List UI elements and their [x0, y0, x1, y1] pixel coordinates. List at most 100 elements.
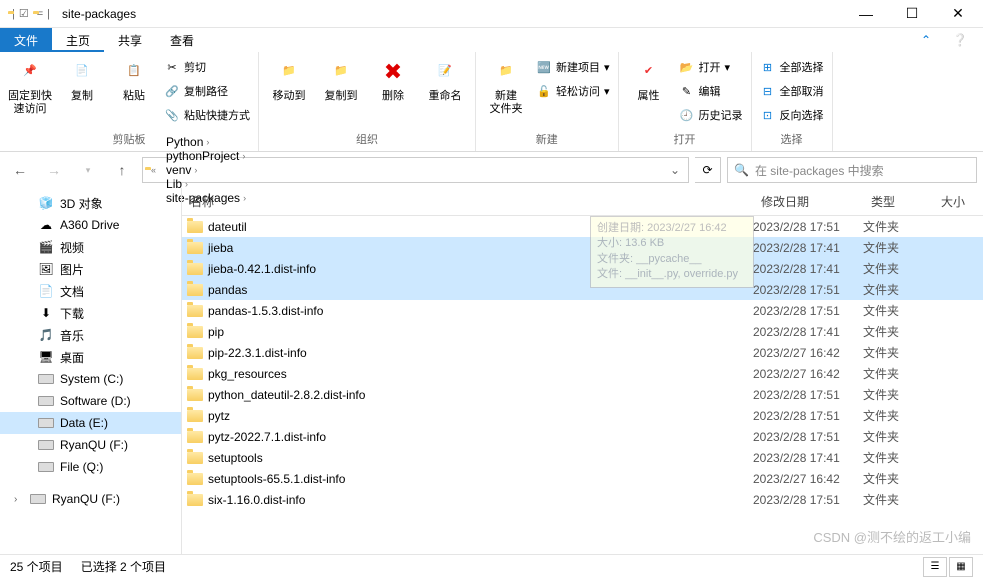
tab-file[interactable]: 文件 — [0, 28, 52, 52]
maximize-button[interactable]: ☐ — [889, 0, 935, 28]
col-type[interactable]: 类型 — [863, 193, 933, 210]
drive-icon — [38, 393, 54, 409]
sidebar-item-3d-[interactable]: 🧊3D 对象 — [0, 192, 181, 214]
newfolder-button[interactable]: 📁新建 文件夹 — [482, 56, 530, 116]
sidebar-item-file-q-[interactable]: File (Q:) — [0, 456, 181, 478]
music-icon: 🎵 — [38, 327, 54, 343]
tab-share[interactable]: 共享 — [104, 28, 156, 52]
file-row[interactable]: pandas2023/2/28 17:51文件夹 — [182, 279, 983, 300]
search-input[interactable]: 🔍 在 site-packages 中搜索 — [727, 157, 977, 183]
expand-icon[interactable]: › — [14, 494, 24, 505]
back-button[interactable]: ← — [6, 156, 34, 184]
paste-button[interactable]: 📋粘贴 — [110, 56, 158, 103]
sidebar-item-drive-f[interactable]: › RyanQU (F:) — [0, 488, 181, 510]
file-row[interactable]: dateutil2023/2/28 17:51文件夹 — [182, 216, 983, 237]
edit-button[interactable]: ✎编辑 — [677, 80, 745, 102]
moveto-button[interactable]: 📁移动到 — [265, 56, 313, 103]
qat-sep: | — [12, 8, 15, 20]
folder-icon — [186, 366, 204, 382]
file-row[interactable]: pip2023/2/28 17:41文件夹 — [182, 321, 983, 342]
col-name[interactable]: 名称 — [182, 193, 753, 210]
crumb-python[interactable]: Python › — [162, 135, 250, 149]
group-select: 选择 — [758, 129, 826, 149]
ribbon-tabs: 文件 主页 共享 查看 ⌃ ❔ — [0, 28, 983, 52]
pin-button[interactable]: 📌固定到快 速访问 — [6, 56, 54, 116]
checkbox-icon[interactable]: ☑ — [19, 7, 29, 20]
recent-button[interactable]: ▾ — [74, 156, 102, 184]
properties-button[interactable]: ✔属性 — [625, 56, 673, 103]
file-row[interactable]: pip-22.3.1.dist-info2023/2/27 16:42文件夹 — [182, 342, 983, 363]
file-row[interactable]: setuptools-65.5.1.dist-info2023/2/27 16:… — [182, 468, 983, 489]
sidebar-item-data-e-[interactable]: Data (E:) — [0, 412, 181, 434]
forward-button[interactable]: → — [40, 156, 68, 184]
col-date[interactable]: 修改日期 — [753, 193, 863, 210]
crumb-pythonproject[interactable]: pythonProject › — [162, 149, 250, 163]
sidebar-item-system-c-[interactable]: System (C:) — [0, 368, 181, 390]
file-row[interactable]: setuptools2023/2/28 17:41文件夹 — [182, 447, 983, 468]
group-new: 新建 — [482, 129, 612, 149]
sidebar-item--[interactable]: ⬇下载 — [0, 302, 181, 324]
addr-dropdown-icon[interactable]: ⌄ — [664, 163, 686, 177]
pasteshortcut-button[interactable]: 📎粘贴快捷方式 — [162, 104, 252, 126]
minimize-button[interactable]: ― — [843, 0, 889, 28]
address-bar[interactable]: « Python ›pythonProject ›venv ›Lib ›site… — [142, 157, 689, 183]
status-count: 25 个项目 — [10, 558, 63, 575]
selectall-button[interactable]: ⊞全部选择 — [758, 56, 826, 78]
navigation-pane[interactable]: 🧊3D 对象☁A360 Drive🎬视频🖼图片📄文档⬇下载🎵音乐🖥桌面Syste… — [0, 188, 182, 554]
cut-button[interactable]: ✂剪切 — [162, 56, 252, 78]
collapse-ribbon-icon[interactable]: ⌃ — [915, 28, 937, 52]
close-button[interactable]: ✕ — [935, 0, 981, 28]
group-open: 打开 — [625, 129, 745, 149]
a360-icon: ☁ — [38, 217, 54, 233]
open-button[interactable]: 📂打开▾ — [677, 56, 745, 78]
drive-icon — [38, 415, 54, 431]
sidebar-item--[interactable]: 📄文档 — [0, 280, 181, 302]
group-organize: 组织 — [265, 129, 469, 149]
view-details-button[interactable]: ☰ — [923, 557, 947, 577]
folder-icon — [186, 492, 204, 508]
refresh-button[interactable]: ⟳ — [695, 157, 721, 183]
tab-home[interactable]: 主页 — [52, 28, 104, 52]
col-size[interactable]: 大小 — [933, 193, 983, 210]
invert-button[interactable]: ⊡反向选择 — [758, 104, 826, 126]
file-row[interactable]: pytz-2022.7.1.dist-info2023/2/28 17:51文件… — [182, 426, 983, 447]
sidebar-item--[interactable]: 🖥桌面 — [0, 346, 181, 368]
copy-button[interactable]: 📄复制 — [58, 56, 106, 103]
doc-icon: 📄 — [38, 283, 54, 299]
file-row[interactable]: python_dateutil-2.8.2.dist-info2023/2/28… — [182, 384, 983, 405]
file-row[interactable]: pkg_resources2023/2/27 16:42文件夹 — [182, 363, 983, 384]
file-row[interactable]: jieba-0.42.1.dist-info2023/2/28 17:41文件夹 — [182, 258, 983, 279]
sidebar-item--[interactable]: 🎵音乐 — [0, 324, 181, 346]
window-title: site-packages — [56, 7, 843, 21]
folder-icon — [186, 429, 204, 445]
view-icons-button[interactable]: ▦ — [949, 557, 973, 577]
sidebar-item--[interactable]: 🖼图片 — [0, 258, 181, 280]
crumb-venv[interactable]: venv › — [162, 163, 250, 177]
history-button[interactable]: 🕘历史记录 — [677, 104, 745, 126]
folder-icon — [186, 303, 204, 319]
folder-icon — [186, 345, 204, 361]
tab-view[interactable]: 查看 — [156, 28, 208, 52]
file-row[interactable]: six-1.16.0.dist-info2023/2/28 17:51文件夹 — [182, 489, 983, 510]
drive-icon — [38, 371, 54, 387]
sidebar-item--[interactable]: 🎬视频 — [0, 236, 181, 258]
file-row[interactable]: jieba2023/2/28 17:41文件夹 — [182, 237, 983, 258]
copypath-button[interactable]: 🔗复制路径 — [162, 80, 252, 102]
up-button[interactable]: ↑ — [108, 156, 136, 184]
easyaccess-button[interactable]: 🔓轻松访问▾ — [534, 80, 612, 102]
file-row[interactable]: pandas-1.5.3.dist-info2023/2/28 17:51文件夹 — [182, 300, 983, 321]
delete-button[interactable]: ✖删除 — [369, 56, 417, 103]
sidebar-item-ryanqu-f-[interactable]: RyanQU (F:) — [0, 434, 181, 456]
rename-button[interactable]: 📝重命名 — [421, 56, 469, 103]
selectnone-button[interactable]: ⊟全部取消 — [758, 80, 826, 102]
folder-icon — [186, 240, 204, 256]
column-headers[interactable]: 名称 修改日期 类型 大小 — [182, 188, 983, 216]
sidebar-item-a360-drive[interactable]: ☁A360 Drive — [0, 214, 181, 236]
qat-sep2: = — [37, 8, 43, 20]
copyto-button[interactable]: 📁复制到 — [317, 56, 365, 103]
file-row[interactable]: pytz2023/2/28 17:51文件夹 — [182, 405, 983, 426]
help-icon[interactable]: ❔ — [937, 28, 983, 52]
desk-icon: 🖥 — [38, 349, 54, 365]
newitem-button[interactable]: 🆕新建项目▾ — [534, 56, 612, 78]
sidebar-item-software-d-[interactable]: Software (D:) — [0, 390, 181, 412]
